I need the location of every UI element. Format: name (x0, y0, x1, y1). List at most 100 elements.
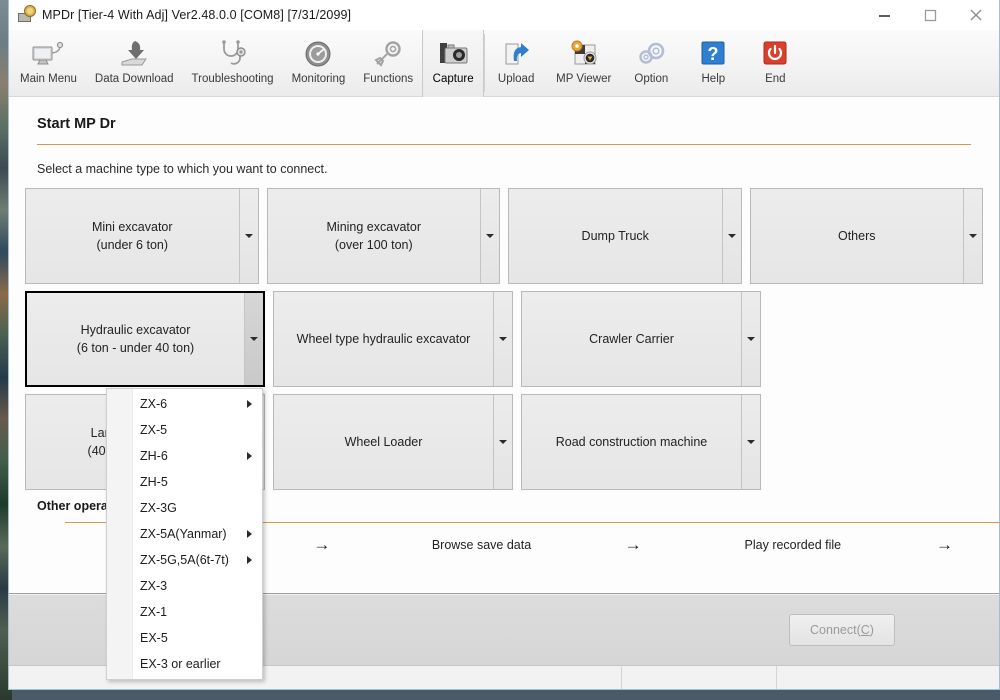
connect-button-label-close: ) (869, 623, 874, 637)
toolbar-label: MP Viewer (556, 73, 612, 85)
power-icon (755, 36, 795, 72)
machine-tile-dropdown-button[interactable] (964, 189, 982, 283)
arrow-right-icon: → (935, 535, 953, 554)
machine-tile-label[interactable]: Mini excavator (under 6 ton) (26, 189, 240, 283)
machine-tile-mining-excavator[interactable]: Mining excavator (over 100 ton) (266, 188, 500, 284)
menu-item-label: ZX-5G,5A(6t-7t) (140, 553, 229, 567)
connect-button[interactable]: Connect(C) (789, 614, 895, 646)
toolbar-label: Data Download (94, 73, 174, 85)
chevron-down-icon (969, 234, 977, 238)
chevron-down-icon (499, 440, 507, 444)
machine-tile-dropdown-button[interactable] (722, 189, 741, 283)
machine-tile-crawler-carrier[interactable]: Crawler Carrier (521, 291, 761, 387)
toolbar-label: Main Menu (20, 73, 77, 85)
machine-tile-others[interactable]: Others (749, 188, 983, 284)
machine-tile-hydraulic-excavator[interactable]: Hydraulic excavator (6 ton - under 40 ton… (25, 291, 265, 387)
menu-item-label: ZX-1 (140, 605, 168, 619)
minimize-icon[interactable] (861, 0, 907, 30)
machine-tile-label[interactable]: Wheel type hydraulic excavator (274, 292, 494, 386)
toolbar-item-end[interactable]: End (744, 30, 806, 97)
menu-item-zx-5g-5a-6t-7t[interactable]: ZX-5G,5A(6t-7t) (107, 547, 262, 573)
toolbar-item-monitoring[interactable]: Monitoring (283, 30, 355, 97)
machine-tile-label[interactable]: Wheel Loader (274, 395, 494, 489)
toolbar-item-functions[interactable]: Functions (354, 30, 422, 97)
machine-tile-label[interactable]: Others (750, 189, 964, 283)
window-title: MPDr [Tier-4 With Adj] Ver2.48.0.0 [COM8… (42, 7, 352, 22)
machine-tile-dropdown-button[interactable] (494, 292, 512, 386)
menu-item-ex-5[interactable]: EX-5 (107, 625, 262, 651)
machine-tile-label[interactable]: Hydraulic excavator (6 ton - under 40 ton… (27, 293, 245, 385)
machine-tile-mini-excavator[interactable]: Mini excavator (under 6 ton) (25, 188, 259, 284)
toolbar-item-upload[interactable]: Upload (485, 30, 547, 97)
menu-item-zx-6[interactable]: ZX-6 (107, 391, 262, 417)
chevron-down-icon (499, 337, 507, 341)
toolbar-item-capture[interactable]: Capture (422, 30, 485, 97)
menu-item-label: ZX-3 (140, 579, 168, 593)
gears-icon (631, 36, 671, 72)
chevron-down-icon (250, 337, 258, 341)
menu-item-label: EX-5 (140, 631, 168, 645)
machine-tile-road-construction-machine[interactable]: Road construction machine (521, 394, 761, 490)
menu-item-ex-3-or-earlier[interactable]: EX-3 or earlier (107, 651, 262, 677)
menu-item-zx-5[interactable]: ZX-5 (107, 417, 262, 443)
wrench-gear-icon (368, 36, 408, 72)
op-link-browse-save-data[interactable]: Browse save data → (348, 530, 659, 559)
op-link-play-recorded-file[interactable]: Play recorded file → (660, 530, 971, 559)
toolbar-label: Functions (363, 73, 414, 85)
title-bar: MPDr [Tier-4 With Adj] Ver2.48.0.0 [COM8… (9, 0, 999, 30)
tile-line2: (under 6 ton) (96, 238, 169, 252)
svg-text:?: ? (708, 44, 719, 64)
maximize-icon[interactable] (907, 0, 953, 30)
machine-type-row: Hydraulic excavator (6 ton - under 40 ton… (25, 291, 983, 387)
machine-tile-dropdown-button[interactable] (742, 292, 760, 386)
chevron-down-icon (747, 440, 755, 444)
menu-item-label: ZX-5A(Yanmar) (140, 527, 227, 541)
close-icon[interactable] (953, 0, 999, 30)
machine-tile-label[interactable]: Road construction machine (522, 395, 742, 489)
tile-line2: (6 ton - under 40 ton) (76, 341, 195, 355)
menu-item-zx-3g[interactable]: ZX-3G (107, 495, 262, 521)
chevron-down-icon (486, 234, 494, 238)
machine-model-dropdown-menu[interactable]: ZX-6 ZX-5 ZH-6 ZH-5 ZX-3G ZX-5A(Yanmar) … (106, 388, 263, 680)
mp-viewer-icon (564, 36, 604, 72)
menu-item-label: ZX-3G (140, 501, 177, 515)
toolbar-item-data-download[interactable]: Data Download (86, 30, 183, 97)
machine-tile-dropdown-button[interactable] (742, 395, 760, 489)
submenu-arrow-icon (247, 452, 252, 460)
op-link-label: Browse save data (431, 537, 532, 552)
toolbar-item-mp-viewer[interactable]: MP Viewer (547, 30, 620, 97)
machine-tile-label[interactable]: Crawler Carrier (522, 292, 742, 386)
machine-tile-label[interactable]: Dump Truck (509, 189, 723, 283)
page-title: Start MP Dr (37, 116, 116, 132)
toolbar: Main Menu Data Download Troubleshooting … (9, 30, 999, 97)
toolbar-item-help[interactable]: ? Help (682, 30, 744, 97)
stethoscope-icon (213, 36, 253, 72)
menu-item-zx-3[interactable]: ZX-3 (107, 573, 262, 599)
machine-tile-dropdown-button[interactable] (245, 293, 263, 385)
toolbar-label: Upload (497, 73, 535, 85)
machine-tile-dump-truck[interactable]: Dump Truck (508, 188, 742, 284)
submenu-arrow-icon (247, 400, 252, 408)
menu-item-zh-5[interactable]: ZH-5 (107, 469, 262, 495)
machine-tile-wheel-type-hydraulic-excavator[interactable]: Wheel type hydraulic excavator (273, 291, 513, 387)
machine-tile-dropdown-button[interactable] (481, 189, 499, 283)
menu-item-zx-1[interactable]: ZX-1 (107, 599, 262, 625)
toolbar-item-option[interactable]: Option (620, 30, 682, 97)
machine-type-row: Mini excavator (under 6 ton) Mining excav… (25, 188, 983, 284)
toolbar-item-main-menu[interactable]: Main Menu (11, 30, 86, 97)
machine-tile-dropdown-button[interactable] (494, 395, 512, 489)
machine-tile-wheel-loader[interactable]: Wheel Loader (273, 394, 513, 490)
tile-line1: Mining excavator (326, 219, 422, 234)
machine-tile-dropdown-button[interactable] (239, 189, 258, 283)
tile-line1: Road construction machine (555, 434, 708, 449)
chevron-down-icon (244, 234, 253, 238)
machine-tile-label[interactable]: Mining excavator (over 100 ton) (267, 189, 481, 283)
toolbar-item-troubleshooting[interactable]: Troubleshooting (183, 30, 283, 97)
menu-item-zx-5a-yanmar[interactable]: ZX-5A(Yanmar) (107, 521, 262, 547)
status-cell-1 (9, 666, 622, 689)
tile-line1: Mini excavator (91, 219, 173, 234)
toolbar-label: Capture (432, 73, 474, 85)
menu-item-label: ZX-5 (140, 423, 168, 437)
question-mark-icon: ? (693, 36, 733, 72)
menu-item-zh-6[interactable]: ZH-6 (107, 443, 262, 469)
